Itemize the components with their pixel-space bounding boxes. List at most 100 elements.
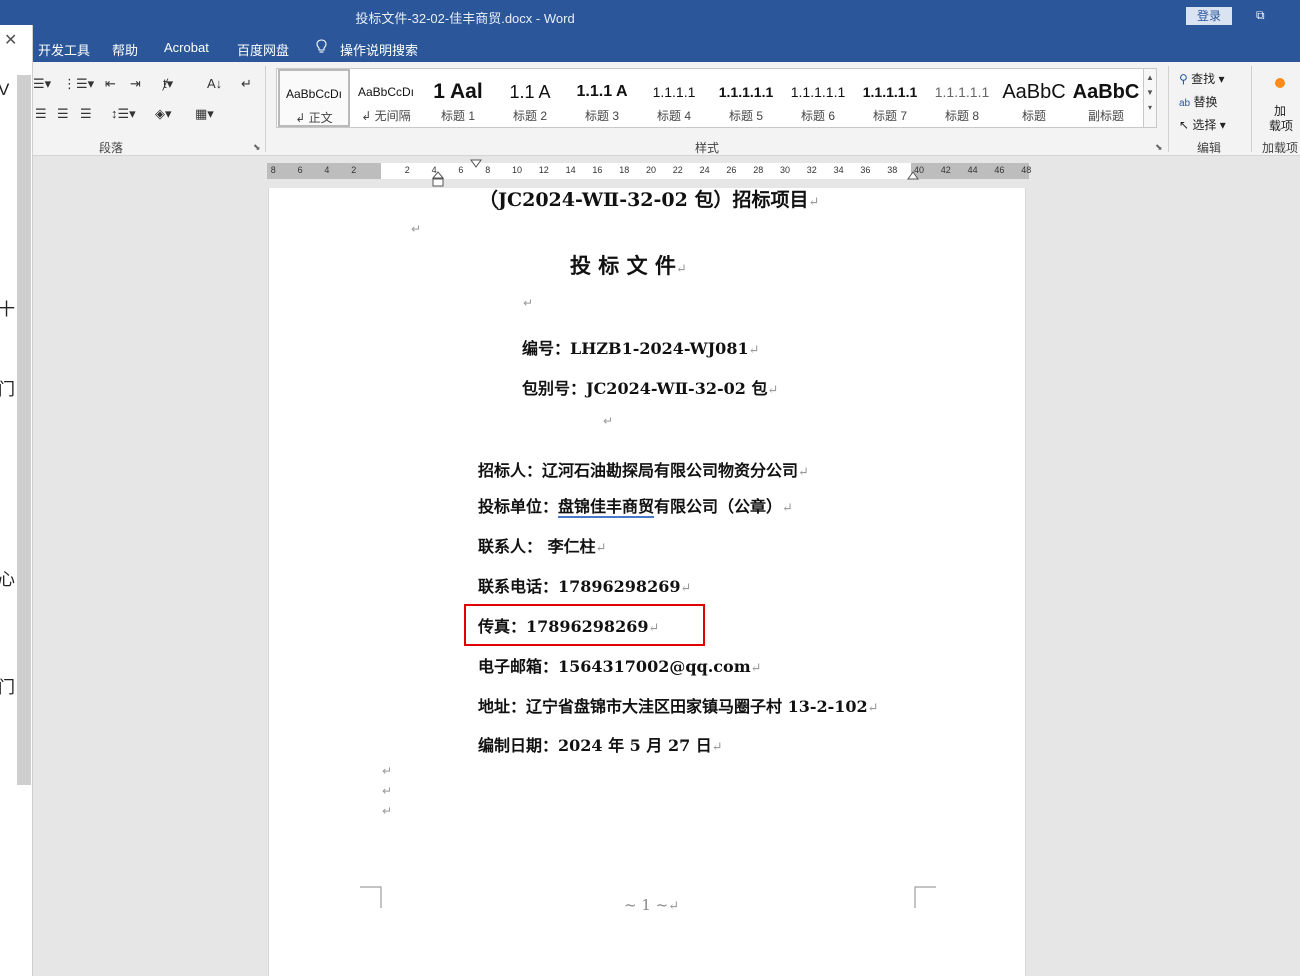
replace-icon: ab bbox=[1179, 98, 1191, 109]
line-spacing-icon[interactable]: ↕☰▾ bbox=[111, 106, 136, 122]
first-line-indent-marker-icon[interactable] bbox=[470, 159, 482, 169]
style-title[interactable]: AaBbC 标题 bbox=[998, 69, 1070, 127]
number-line: 编号：LHZB1-2024-WJ081↵ bbox=[522, 335, 760, 359]
ruler-tick-label: 12 bbox=[538, 165, 549, 175]
style-name: 标题 2 bbox=[512, 109, 547, 123]
style-name: 标题 8 bbox=[944, 109, 979, 123]
ruler-tick-label: 8 bbox=[485, 165, 491, 175]
align-right-icon[interactable]: ☰ bbox=[57, 106, 69, 122]
style-no-spacing[interactable]: AaBbCcDı ↲ 无间隔 bbox=[350, 69, 422, 127]
decrease-indent-icon[interactable]: ⇤ bbox=[105, 76, 116, 92]
ruler-tick-label: 24 bbox=[699, 165, 710, 175]
shading-icon[interactable]: ◈▾ bbox=[155, 106, 172, 122]
style-heading-6[interactable]: 1.1.1.1.1 标题 6 bbox=[782, 69, 854, 127]
paragraph-mark-icon: ↵ bbox=[603, 414, 614, 428]
page-footer: ~ 1 ~↵ bbox=[624, 896, 679, 914]
replace-button[interactable]: ab 替换 bbox=[1179, 93, 1217, 110]
multilevel-list-icon[interactable]: ⋮☰▾ bbox=[63, 76, 94, 92]
style-heading-2[interactable]: 1.1 A 标题 2 bbox=[494, 69, 566, 127]
date-text: 编制日期：2024 年 5 月 27 日 bbox=[478, 736, 712, 755]
tab-baidu-netdisk[interactable]: 百度网盘 bbox=[237, 40, 289, 59]
tab-acrobat[interactable]: Acrobat bbox=[164, 40, 209, 55]
style-heading-4[interactable]: 1.1.1.1 标题 4 bbox=[638, 69, 710, 127]
contact-text: 联系人： 李仁柱 bbox=[478, 537, 596, 556]
title-bar: 投标文件-32-02-佳丰商贸.docx - Word 登录 ⧉ bbox=[0, 0, 1300, 32]
tenderer-line: 招标人：辽河石油勘探局有限公司物资分公司↵ bbox=[478, 457, 809, 481]
style-sample: 1.1.1.1.1 bbox=[934, 84, 990, 100]
ruler-tick-label: 32 bbox=[806, 165, 817, 175]
scroll-up-icon[interactable]: ▲ bbox=[1144, 73, 1156, 82]
style-subtitle[interactable]: AaBbC 副标题 bbox=[1070, 69, 1142, 127]
chinese-layout-icon[interactable]: ⱦ▾ bbox=[163, 76, 173, 92]
style-sample: 1.1.1.1.1 bbox=[862, 84, 918, 100]
bullets-icon[interactable]: ☰▾ bbox=[33, 76, 51, 92]
chevron-down-icon: ▾ bbox=[1218, 72, 1225, 86]
justify-icon[interactable]: ☰ bbox=[80, 106, 92, 122]
login-button[interactable]: 登录 bbox=[1186, 7, 1232, 25]
document-heading: 投 标 文 件↵ bbox=[570, 250, 687, 280]
select-button[interactable]: ↖ 选择 ▾ bbox=[1179, 116, 1226, 133]
right-indent-marker-icon[interactable] bbox=[907, 171, 919, 181]
paragraph-mark-icon: ↵ bbox=[595, 541, 607, 556]
margin-corner-mark bbox=[914, 886, 936, 908]
style-sample: 1.1.1.1.1 bbox=[718, 84, 774, 100]
nav-heading-fragment[interactable]: 十 bbox=[0, 295, 15, 320]
ruler-tick-label: 34 bbox=[833, 165, 844, 175]
nav-scrollbar[interactable] bbox=[17, 75, 31, 785]
style-heading-7[interactable]: 1.1.1.1.1 标题 7 bbox=[854, 69, 926, 127]
style-name: 标题 5 bbox=[728, 109, 763, 123]
more-styles-icon[interactable]: ▾ bbox=[1144, 103, 1156, 112]
nav-heading-fragment[interactable]: 心 bbox=[0, 565, 15, 590]
addins-button-line2[interactable]: 载项 bbox=[1269, 117, 1293, 134]
style-heading-3[interactable]: 1.1.1 A 标题 3 bbox=[566, 69, 638, 127]
style-sample: 1.1 A bbox=[509, 82, 551, 102]
style-heading-1[interactable]: 1 Aal 标题 1 bbox=[422, 69, 494, 127]
ruler-tick-label: 20 bbox=[646, 165, 657, 175]
show-marks-icon[interactable]: ↵ bbox=[241, 76, 252, 92]
addins-icon[interactable] bbox=[1275, 78, 1285, 88]
find-label: 查找 bbox=[1191, 72, 1216, 86]
paragraph-mark-icon: ↵ bbox=[382, 804, 393, 818]
style-name: ↲ 正文 bbox=[295, 111, 333, 125]
paragraph-mark-icon: ↵ bbox=[808, 195, 820, 210]
document-page[interactable]: （JC2024-WⅡ-32-02 包）招标项目↵ ↵ 投 标 文 件↵ ↵ 编号… bbox=[268, 188, 1026, 976]
package-line: 包别号：JC2024-WⅡ-32-02 包↵ bbox=[522, 375, 778, 399]
tell-me-search[interactable]: 操作说明搜索 bbox=[340, 40, 418, 59]
paragraph-mark-icon: ↵ bbox=[523, 296, 534, 310]
ribbon-display-options-icon[interactable]: ⧉ bbox=[1256, 8, 1265, 23]
tab-help[interactable]: 帮助 bbox=[112, 40, 138, 59]
styles-launcher-icon[interactable]: ⬊ bbox=[1155, 142, 1163, 153]
nav-heading-fragment[interactable]: 门 bbox=[0, 673, 15, 698]
paragraph-mark-icon: ↵ bbox=[382, 784, 393, 798]
ruler-tick-label: 6 bbox=[458, 165, 464, 175]
tab-developer[interactable]: 开发工具 bbox=[38, 40, 90, 59]
nav-heading-fragment[interactable]: 门 bbox=[0, 375, 15, 400]
style-heading-5[interactable]: 1.1.1.1.1 标题 5 bbox=[710, 69, 782, 127]
borders-icon[interactable]: ▦▾ bbox=[195, 106, 214, 122]
date-line: 编制日期：2024 年 5 月 27 日↵ bbox=[478, 732, 723, 756]
ruler-tick-label: 36 bbox=[860, 165, 871, 175]
left-indent-marker-icon[interactable] bbox=[432, 171, 444, 187]
lightbulb-icon bbox=[316, 39, 327, 53]
project-line-text: （JC2024-WⅡ-32-02 包）招标项目 bbox=[479, 189, 809, 211]
search-icon: ⚲ bbox=[1179, 72, 1188, 86]
paragraph-mark-icon: ↵ bbox=[798, 465, 809, 480]
paragraph-mark-icon: ↵ bbox=[411, 222, 422, 236]
styles-gallery-scroll[interactable]: ▲ ▼ ▾ bbox=[1143, 68, 1157, 128]
ribbon: ☰▾ ⋮☰▾ ⇤ ⇥ ⱦ▾ A↓ ↵ ☰ ☰ ☰ ↕☰▾ ◈▾ ▦▾ 段落 ⬊ … bbox=[33, 62, 1300, 156]
bidder-name-underlined: 盘锦佳丰商贸 bbox=[558, 497, 655, 518]
horizontal-ruler[interactable]: 8 6 4 2 2 4 6 8 10 12 14 16 18 20 22 24 26 28 30 32 34 36 38 40… bbox=[267, 159, 1032, 187]
style-normal[interactable]: AaBbCcDı ↲ 正文 bbox=[278, 69, 350, 127]
email-text: 电子邮箱：1564317002@qq.com bbox=[478, 657, 751, 676]
ruler-tick-label: 48 bbox=[1021, 165, 1032, 175]
increase-indent-icon[interactable]: ⇥ bbox=[130, 76, 141, 92]
paragraph-launcher-icon[interactable]: ⬊ bbox=[253, 142, 261, 153]
close-icon[interactable]: ✕ bbox=[4, 30, 17, 50]
align-center-icon[interactable]: ☰ bbox=[35, 106, 47, 122]
style-heading-8[interactable]: 1.1.1.1.1 标题 8 bbox=[926, 69, 998, 127]
style-name: 标题 4 bbox=[656, 109, 691, 123]
find-button[interactable]: ⚲ 查找 ▾ bbox=[1179, 70, 1225, 87]
nav-heading-fragment[interactable]: V bbox=[0, 80, 9, 100]
sort-icon[interactable]: A↓ bbox=[207, 76, 222, 91]
scroll-down-icon[interactable]: ▼ bbox=[1144, 88, 1156, 97]
